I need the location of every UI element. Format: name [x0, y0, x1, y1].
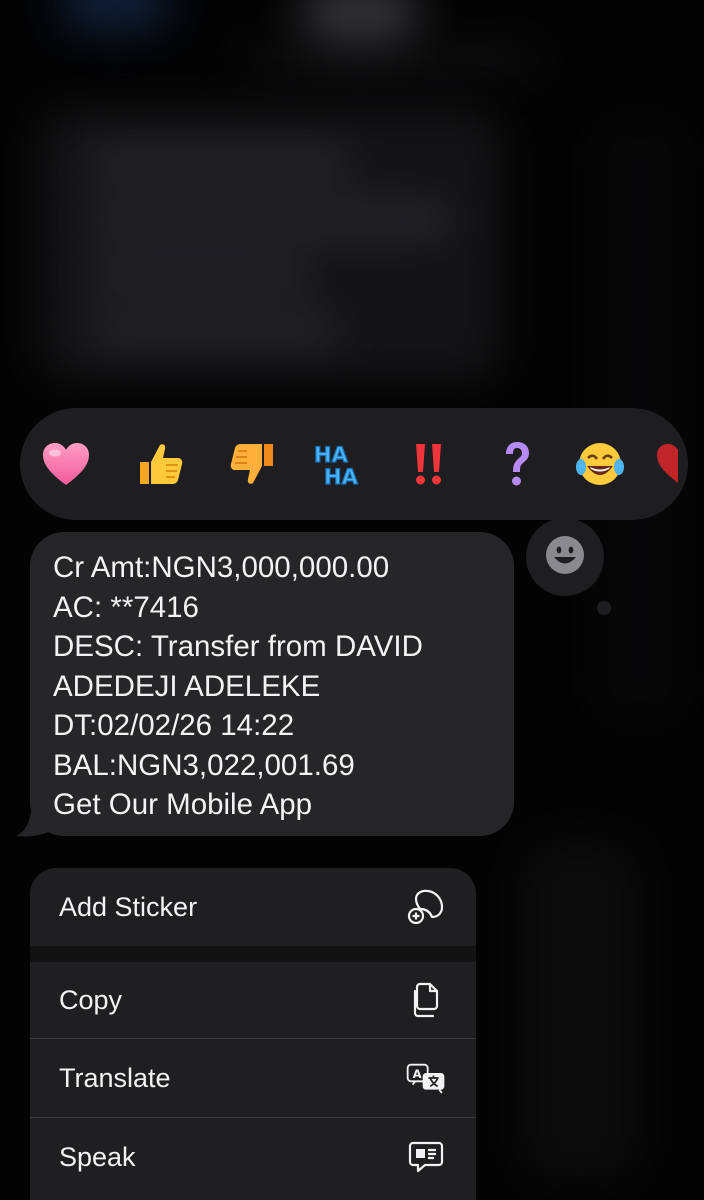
menu-item-speak[interactable]: Speak — [30, 1118, 476, 1196]
svg-text:A: A — [413, 1067, 422, 1081]
copy-icon — [406, 980, 446, 1020]
tapback-reaction-bar: HA HA — [20, 408, 688, 520]
heart-reaction-icon[interactable] — [38, 436, 94, 492]
message-line-app: Get Our Mobile App — [53, 788, 313, 821]
emoji-picker-icon[interactable] — [544, 534, 586, 576]
menu-item-label: Translate — [59, 1062, 171, 1093]
svg-text:HA: HA — [314, 443, 349, 467]
message-context-screen: HA HA Cr Amt:NGN3,000,000.00 AC: **7416 … — [0, 0, 704, 1200]
menu-item-label: Copy — [59, 984, 123, 1015]
sticker-add-icon — [406, 887, 446, 927]
message-line-amount: Cr Amt:NGN3,000,000.00 — [53, 551, 390, 584]
speak-icon — [406, 1137, 446, 1177]
message-line-description: DESC: Transfer from DAVID — [53, 630, 423, 663]
menu-item-label: Add Sticker — [59, 891, 198, 922]
exclamation-reaction-icon[interactable] — [400, 436, 456, 492]
laughing-reaction-icon[interactable] — [572, 436, 628, 492]
menu-item-copy[interactable]: Copy — [30, 962, 476, 1038]
menu-section-gap — [30, 946, 476, 962]
message-line-balance: BAL:NGN3,022,001.69 — [53, 748, 355, 782]
thumbs-down-reaction-icon[interactable] — [225, 436, 281, 492]
more-reactions-icon[interactable] — [650, 436, 688, 492]
message-text: Cr Amt:NGN3,000,000.00 AC: **7416 DESC: … — [53, 548, 503, 825]
bubble-tail — [16, 796, 58, 837]
svg-text:HA: HA — [324, 465, 359, 488]
message-line-date: DT:02/02/26 14:22 — [53, 709, 295, 742]
message-context-menu: Add Sticker Copy Translate A Speak — [30, 868, 476, 1200]
message-line-sender: ADEDEJI ADELEKE — [53, 669, 321, 703]
message-line-account: AC: **7416 — [53, 590, 199, 624]
reaction-tail-dot — [597, 601, 611, 615]
question-reaction-icon[interactable] — [489, 436, 545, 492]
thumbs-up-reaction-icon[interactable] — [132, 436, 188, 492]
menu-item-label: Speak — [59, 1141, 136, 1172]
haha-reaction-icon[interactable]: HA HA — [308, 436, 364, 492]
menu-item-translate[interactable]: Translate A — [30, 1039, 476, 1117]
translate-icon: A — [406, 1058, 446, 1098]
menu-item-add-sticker[interactable]: Add Sticker — [30, 868, 476, 946]
